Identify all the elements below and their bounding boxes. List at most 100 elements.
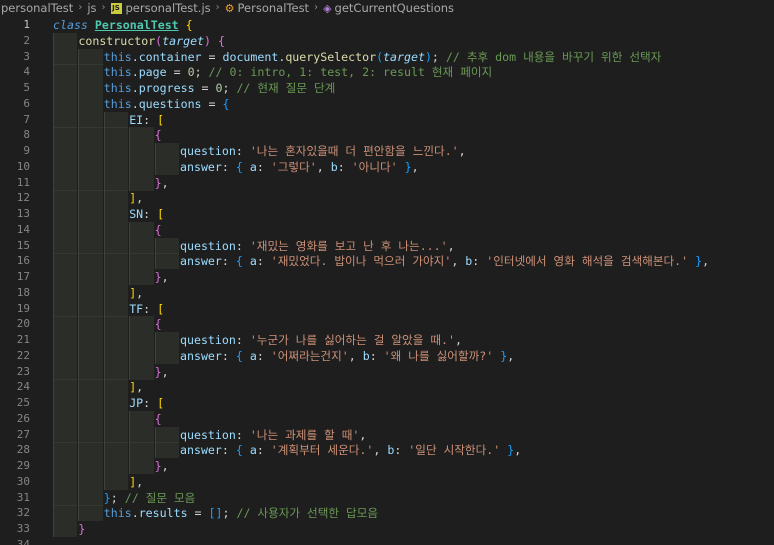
code-text: this.questions = { xyxy=(104,96,230,112)
code-line[interactable]: 14 { xyxy=(0,221,774,238)
code-token: ; xyxy=(431,49,446,64)
code-line[interactable]: 21 question: '누군가 나를 싫어하는 걸 알았을 때.', xyxy=(0,332,774,348)
code-line[interactable]: 11}, xyxy=(0,174,774,191)
indent-guide xyxy=(78,379,80,396)
code-token: '인터넷에서 영화 해석을 검색해본다.' xyxy=(486,254,689,269)
indent-highlight xyxy=(53,300,78,317)
breadcrumb: personalTest › js › JS personalTest.js › ⚙ Perso… xyxy=(0,0,774,15)
code-token: TF xyxy=(129,301,144,316)
code-line[interactable]: 5 this.progress = 0; // 현재 질문 단계 xyxy=(0,80,774,96)
code-line[interactable]: 34 xyxy=(0,537,774,545)
code-line[interactable]: 2 constructor(target) { xyxy=(0,32,774,49)
code-text: SN: [ xyxy=(129,206,164,222)
indent-guide xyxy=(53,489,54,506)
code-line[interactable]: 9 question: '나는 혼자있을때 더 편안함을 느낀다.', xyxy=(0,143,774,159)
code-line[interactable]: 24], xyxy=(0,379,774,396)
code-line[interactable]: 29}, xyxy=(0,458,774,474)
code-line[interactable]: 12], xyxy=(0,190,774,207)
code-line[interactable]: 16 answer: { a: '재밌었다. 밥이나 먹으러 가야지', b: '… xyxy=(0,253,774,270)
code-line[interactable]: 18], xyxy=(0,284,774,301)
indent-highlight xyxy=(53,332,78,348)
code-line[interactable]: 19 TF: [ xyxy=(0,300,774,317)
line-number: 24 xyxy=(16,380,30,394)
code-token: { xyxy=(154,411,162,426)
indent-highlight xyxy=(103,174,129,191)
code-line[interactable]: 23}, xyxy=(0,363,774,380)
code-line[interactable]: 25 JP: [ xyxy=(0,395,774,411)
code-line[interactable]: 31}; // 질문 모음 xyxy=(0,489,774,506)
indent-highlight xyxy=(53,32,78,49)
breadcrumb-item[interactable]: js xyxy=(86,1,97,15)
code-line[interactable]: 27 question: '나는 과제를 할 때', xyxy=(0,426,774,443)
code-line[interactable]: 17}, xyxy=(0,269,774,285)
indent-highlight xyxy=(129,363,154,380)
indent-guide xyxy=(53,111,54,128)
code-token: [ xyxy=(157,301,165,316)
indent-highlight xyxy=(78,458,103,474)
code-text: }; // 질문 모음 xyxy=(104,490,196,506)
code-line[interactable]: 22 answer: { a: '어쩌라는건지', b: '왜 나를 싫어할까?'… xyxy=(0,347,774,364)
code-token: this xyxy=(103,81,132,95)
code-line[interactable]: 10 answer: { a: '그렇다', b: '아니다' }, xyxy=(0,158,774,175)
code-line[interactable]: 26 { xyxy=(0,410,774,427)
indent-highlight xyxy=(103,300,129,317)
breadcrumb-item[interactable]: JS personalTest.js xyxy=(110,1,212,15)
indent-guide xyxy=(129,143,131,159)
line-number: 6 xyxy=(23,96,30,110)
code-line[interactable]: 8{ xyxy=(0,127,774,144)
indent-highlight xyxy=(129,143,154,159)
indent-highlight xyxy=(129,127,154,144)
class-icon: ⚙ xyxy=(224,1,235,15)
indent-guide xyxy=(78,143,80,159)
indent-guide xyxy=(53,221,54,238)
code-line[interactable]: 32 this.results = []; // 사용자가 선택한 답모음 xyxy=(0,505,774,522)
code-line[interactable]: 28 answer: { a: '계획부터 세운다.', b: '일단 시작한다.… xyxy=(0,442,774,459)
code-text: answer: { a: '계획부터 세운다.', b: '일단 시작한다.' … xyxy=(180,442,521,458)
code-line[interactable]: 33} xyxy=(0,521,774,537)
breadcrumb-label: js xyxy=(87,0,97,15)
code-token: // 질문 모음 xyxy=(124,490,196,505)
code-token: ; xyxy=(194,65,209,80)
code-token: , xyxy=(373,443,388,458)
code-line[interactable]: 7 EI: [ xyxy=(0,111,774,128)
indent-highlight xyxy=(53,95,78,112)
breadcrumb-item[interactable]: personalTest xyxy=(0,1,74,15)
code-token: : xyxy=(143,207,158,221)
indent-highlight xyxy=(53,111,78,128)
code-text: this.progress = 0; // 현재 질문 단계 xyxy=(104,80,336,96)
indent-guide xyxy=(53,410,54,427)
code-token: answer xyxy=(180,443,222,458)
breadcrumb-item[interactable]: ⚙ PersonalTest xyxy=(224,1,310,15)
code-line[interactable]: 30], xyxy=(0,473,774,490)
code-token: answer xyxy=(180,159,222,174)
code-text: ], xyxy=(129,379,143,395)
indent-highlight xyxy=(78,174,103,191)
code-token: : xyxy=(221,159,236,174)
code-token: . xyxy=(131,65,139,80)
code-token: '아니다' xyxy=(351,159,398,174)
code-line[interactable]: 1 class PersonalTest { xyxy=(0,17,774,33)
indent-guide xyxy=(53,332,54,348)
line-number: 17 xyxy=(16,270,30,283)
code-token: } xyxy=(154,459,162,473)
indent-guide xyxy=(53,300,54,317)
code-line[interactable]: 3 this.container = document.querySelector… xyxy=(0,48,774,65)
line-number: 12 xyxy=(16,191,30,205)
code-token: , xyxy=(447,238,455,253)
code-line[interactable]: 20 { xyxy=(0,316,774,333)
indent-highlight xyxy=(78,505,103,522)
code-token: '어쩌라는건지' xyxy=(270,348,349,363)
indent-highlight xyxy=(129,332,154,348)
code-line[interactable]: 6 this.questions = { xyxy=(0,95,774,112)
indent-highlight xyxy=(103,269,129,285)
code-line[interactable]: 15 question: '재밌는 영화를 보고 난 후 나는...', xyxy=(0,237,774,254)
code-line[interactable]: 13 SN: [ xyxy=(0,206,774,222)
indent-highlight xyxy=(103,332,129,348)
code-line[interactable]: 4 this.page = 0; // 0: intro, 1: test, 2:… xyxy=(0,64,774,81)
code-editor[interactable]: 1 class PersonalTest {2 constructor(target… xyxy=(0,15,774,545)
code-token: , xyxy=(451,254,466,269)
indent-highlight xyxy=(103,206,129,222)
breadcrumb-item[interactable]: ◈ getCurrentQuestions xyxy=(322,1,455,15)
